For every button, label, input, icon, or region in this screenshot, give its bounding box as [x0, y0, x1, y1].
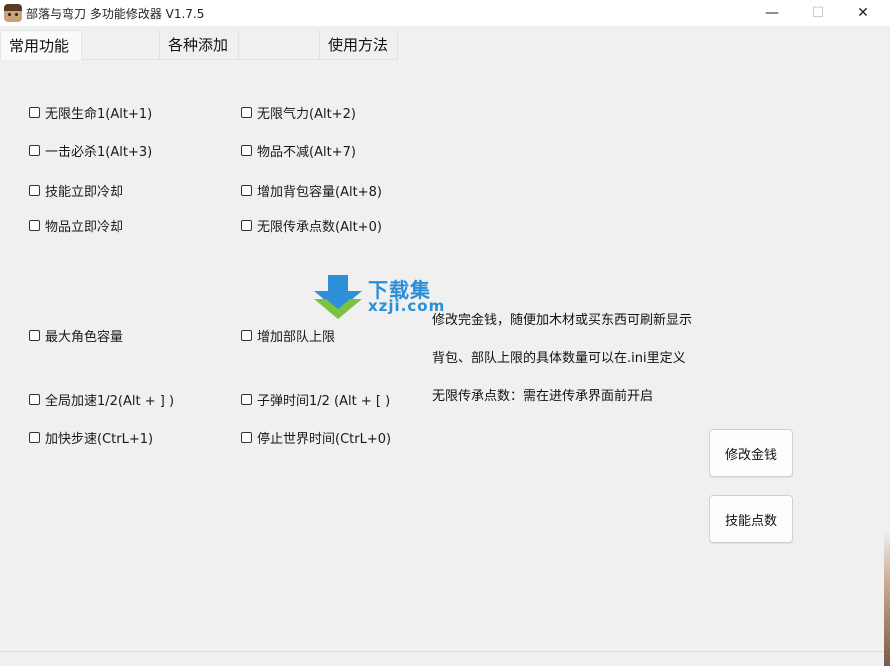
checkbox-box[interactable] [29, 144, 40, 156]
checkbox-label: 无限气力(Alt+2) [257, 106, 356, 122]
checkbox-label: 增加部队上限 [257, 329, 336, 345]
checkbox-label: 物品立即冷却 [45, 219, 124, 235]
info-ini-definition: 背包、部队上限的具体数量可以在.ini里定义 [432, 351, 686, 366]
checkbox-item-instant-cooldown[interactable]: 物品立即冷却 [29, 217, 124, 235]
checkbox-items-no-decrease[interactable]: 物品不减(Alt+7) [241, 142, 356, 160]
checkbox-box[interactable] [241, 329, 252, 341]
info-refresh-money: 修改完金钱，随便加木材或买东西可刷新显示 [432, 313, 693, 328]
download-arrow-icon [314, 275, 362, 319]
checkbox-label: 无限生命1(Alt+1) [45, 106, 153, 122]
checkbox-box[interactable] [29, 184, 40, 196]
divider [0, 651, 890, 652]
checkbox-label: 子弹时间1/2 (Alt + [ ) [257, 393, 391, 409]
close-button[interactable]: ✕ [840, 0, 886, 26]
tab-bar: 常用功能 各种添加 使用方法 [0, 30, 890, 62]
checkbox-box[interactable] [241, 431, 252, 443]
checkbox-stop-world-time[interactable]: 停止世界时间(CtrL+0) [241, 429, 392, 447]
checkbox-label: 物品不减(Alt+7) [257, 144, 356, 160]
checkbox-label: 无限传承点数(Alt+0) [257, 219, 382, 235]
tab-various-add[interactable]: 各种添加 [160, 30, 239, 60]
background-edge [884, 530, 890, 666]
title-bar: 部落与弯刀 多功能修改器 V1.7.5 — ☐ ✕ [0, 0, 890, 26]
tab-common-functions[interactable]: 常用功能 [0, 30, 82, 60]
checkbox-box[interactable] [241, 219, 252, 231]
maximize-button[interactable]: ☐ [795, 0, 841, 26]
checkbox-box[interactable] [241, 184, 252, 196]
tab-blank-1[interactable] [82, 30, 160, 60]
tab-usage[interactable]: 使用方法 [320, 30, 398, 60]
checkbox-max-character-capacity[interactable]: 最大角色容量 [29, 327, 124, 345]
minimize-button[interactable]: — [749, 0, 795, 26]
info-inheritance-note: 无限传承点数：需在进传承界面前开启 [432, 389, 654, 404]
checkbox-faster-walk[interactable]: 加快步速(CtrL+1) [29, 429, 154, 447]
checkbox-label: 最大角色容量 [45, 329, 124, 345]
checkbox-box[interactable] [241, 106, 252, 118]
checkbox-global-speedup[interactable]: 全局加速1/2(Alt + ] ) [29, 391, 175, 409]
checkbox-label: 一击必杀1(Alt+3) [45, 144, 153, 160]
skill-points-button[interactable]: 技能点数 [709, 495, 793, 543]
checkbox-infinite-health[interactable]: 无限生命1(Alt+1) [29, 104, 153, 122]
app-face-icon [4, 4, 22, 22]
modify-money-button[interactable]: 修改金钱 [709, 429, 793, 477]
checkbox-skill-instant-cooldown[interactable]: 技能立即冷却 [29, 182, 124, 200]
checkbox-bullet-time[interactable]: 子弹时间1/2 (Alt + [ ) [241, 391, 391, 409]
checkbox-label: 全局加速1/2(Alt + ] ) [45, 393, 175, 409]
checkbox-infinite-inheritance-points[interactable]: 无限传承点数(Alt+0) [241, 217, 382, 235]
checkbox-increase-bag-capacity[interactable]: 增加背包容量(Alt+8) [241, 182, 382, 200]
checkbox-box[interactable] [29, 431, 40, 443]
checkbox-box[interactable] [29, 393, 40, 405]
checkbox-label: 增加背包容量(Alt+8) [257, 184, 382, 200]
checkbox-label: 加快步速(CtrL+1) [45, 431, 154, 447]
checkbox-box[interactable] [29, 219, 40, 231]
checkbox-label: 技能立即冷却 [45, 184, 124, 200]
checkbox-box[interactable] [29, 106, 40, 118]
checkbox-box[interactable] [241, 144, 252, 156]
checkbox-box[interactable] [241, 393, 252, 405]
checkbox-label: 停止世界时间(CtrL+0) [257, 431, 392, 447]
checkbox-infinite-stamina[interactable]: 无限气力(Alt+2) [241, 104, 356, 122]
checkbox-box[interactable] [29, 329, 40, 341]
tab-blank-2[interactable] [239, 30, 320, 60]
window-title: 部落与弯刀 多功能修改器 V1.7.5 [26, 7, 205, 21]
checkbox-one-hit-kill[interactable]: 一击必杀1(Alt+3) [29, 142, 153, 160]
checkbox-increase-troop-limit[interactable]: 增加部队上限 [241, 327, 336, 345]
